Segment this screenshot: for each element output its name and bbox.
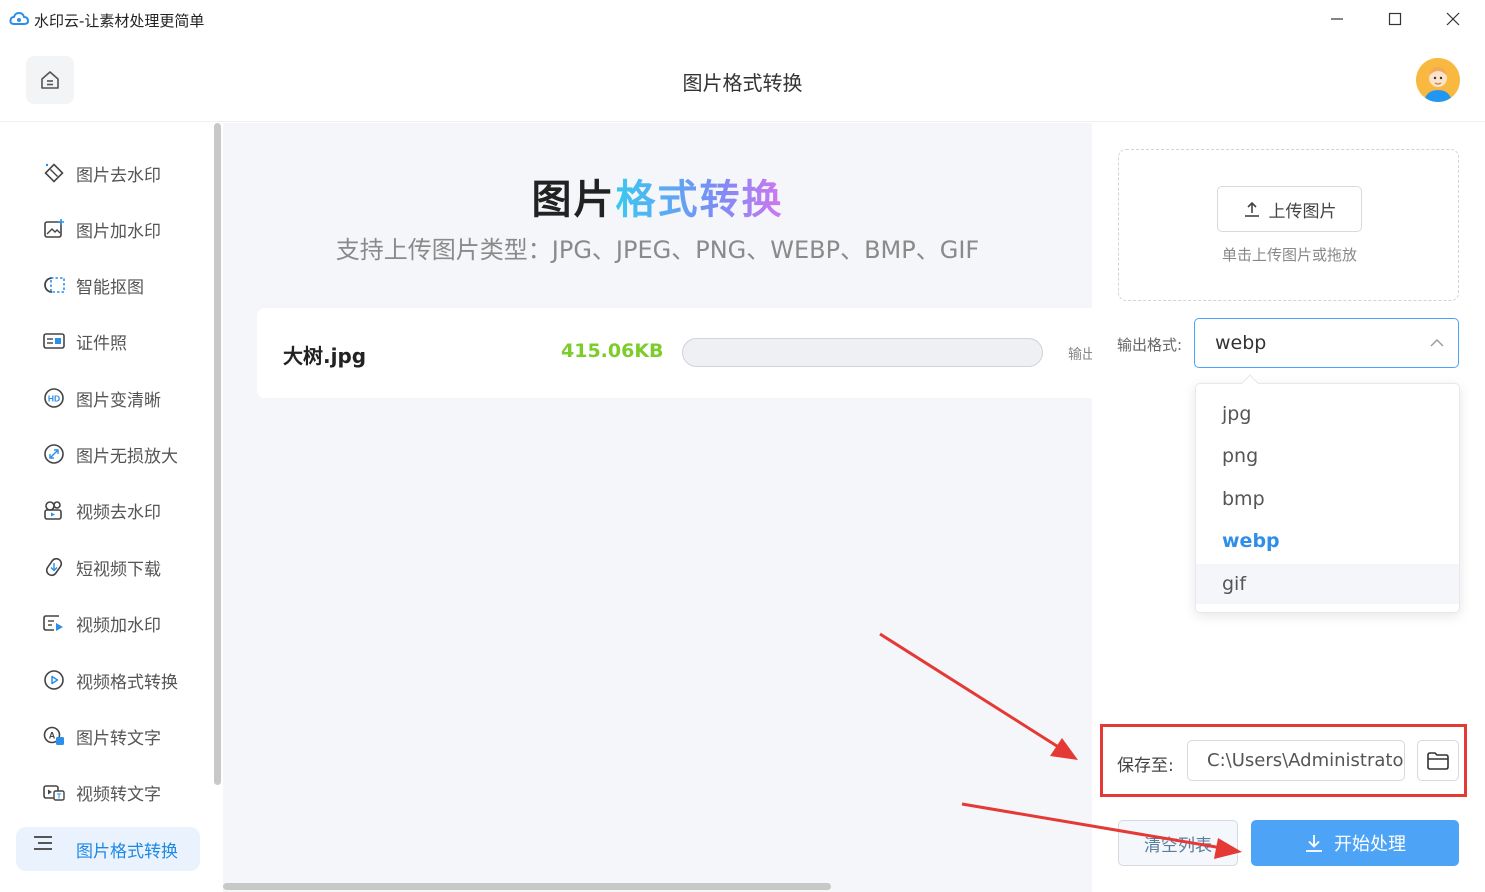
- hero-title-part1: 图片: [531, 177, 616, 223]
- start-button-label: 开始处理: [1334, 834, 1406, 855]
- download-link-icon: [42, 556, 66, 578]
- upload-hint: 单击上传图片或拖放: [1221, 246, 1357, 264]
- format-option-webp[interactable]: webp: [1196, 521, 1459, 561]
- svg-text:A: A: [49, 731, 56, 741]
- sidebar-item-label: 短视频下载: [76, 559, 161, 580]
- close-button[interactable]: [1427, 4, 1479, 34]
- eraser-icon: [42, 162, 66, 184]
- sidebar-item-label: 图片去水印: [76, 165, 161, 186]
- upload-drop-zone[interactable]: 上传图片 单击上传图片或拖放: [1118, 149, 1459, 301]
- enlarge-icon: [42, 443, 66, 465]
- video-eraser-icon: [42, 499, 66, 521]
- maximize-icon: [1388, 12, 1402, 26]
- format-option-jpg[interactable]: jpg: [1196, 394, 1459, 434]
- hero-title-part2: 格式转换: [615, 177, 784, 223]
- output-format-value: webp: [1215, 332, 1267, 354]
- title-bar: 水印云-让素材处理更简单: [0, 0, 1485, 38]
- file-output-label: 输出: [1068, 347, 1092, 363]
- minimize-button[interactable]: [1311, 4, 1363, 34]
- app-header: 图片格式转换: [0, 38, 1485, 122]
- sidebar: 图片去水印 图片加水印 智能抠图 证件照 HD 图片变清晰 图片无损放大 视频去…: [0, 123, 223, 892]
- chevron-up-icon: [1430, 339, 1444, 347]
- hd-icon: HD: [42, 387, 66, 409]
- sidebar-item-video-add-watermark[interactable]: 视频加水印: [16, 601, 200, 645]
- format-option-bmp[interactable]: bmp: [1196, 479, 1459, 519]
- sidebar-item-label: 视频加水印: [76, 615, 161, 636]
- sidebar-item-label: 视频格式转换: [76, 672, 178, 693]
- progress-bar: [682, 338, 1043, 367]
- sidebar-scrollbar[interactable]: [214, 123, 221, 785]
- image-text-icon: A: [42, 725, 66, 747]
- sidebar-item-image-to-text[interactable]: A 图片转文字: [16, 714, 200, 758]
- video-add-icon: [42, 612, 66, 634]
- sidebar-item-id-photo[interactable]: 证件照: [16, 319, 200, 363]
- start-processing-button[interactable]: 开始处理: [1251, 820, 1459, 866]
- sidebar-item-image-upscale[interactable]: 图片无损放大: [16, 432, 200, 476]
- upload-button-label: 上传图片: [1268, 201, 1337, 222]
- format-option-gif[interactable]: gif: [1196, 564, 1459, 604]
- sidebar-item-video-to-text[interactable]: T 视频转文字: [16, 770, 200, 814]
- cloud-app-icon: [9, 11, 29, 25]
- horizontal-scrollbar[interactable]: [223, 883, 831, 890]
- sidebar-item-smart-cutout[interactable]: 智能抠图: [16, 263, 200, 307]
- sidebar-item-image-remove-watermark[interactable]: 图片去水印: [16, 151, 200, 195]
- output-format-select[interactable]: webp: [1194, 318, 1459, 368]
- hero-subtitle: 支持上传图片类型：JPG、JPEG、PNG、WEBP、BMP、GIF: [335, 236, 980, 264]
- main-content: 图片格式转换 支持上传图片类型：JPG、JPEG、PNG、WEBP、BMP、GI…: [223, 123, 1092, 892]
- maximize-button[interactable]: [1369, 4, 1421, 34]
- annotation-highlight-box: [1100, 724, 1467, 797]
- sidebar-item-label: 视频转文字: [76, 784, 161, 805]
- sidebar-item-label: 视频去水印: [76, 502, 161, 523]
- format-dropdown: jpg png bmp webp gif: [1195, 374, 1460, 613]
- close-icon: [1446, 12, 1460, 26]
- sidebar-item-video-format-convert[interactable]: 视频格式转换: [16, 658, 200, 702]
- sidebar-item-label: 图片无损放大: [76, 446, 178, 467]
- format-option-png[interactable]: png: [1196, 436, 1459, 476]
- output-format-label: 输出格式:: [1117, 336, 1183, 354]
- image-add-icon: [42, 218, 66, 240]
- sidebar-item-label: 图片转文字: [76, 728, 161, 749]
- id-card-icon: [42, 330, 66, 352]
- sidebar-item-label: 智能抠图: [76, 277, 144, 298]
- file-size: 415.06KB: [561, 340, 664, 362]
- svg-text:HD: HD: [48, 394, 60, 404]
- window-title: 水印云-让素材处理更简单: [34, 12, 205, 30]
- user-avatar[interactable]: [1416, 58, 1460, 102]
- download-icon: [1306, 835, 1322, 852]
- sidebar-item-label: 证件照: [76, 333, 127, 354]
- video-text-icon: T: [42, 781, 66, 803]
- sidebar-item-image-sharpen[interactable]: HD 图片变清晰: [16, 376, 200, 420]
- file-card: 大树.jpg 415.06KB 输出: [257, 308, 1092, 398]
- sidebar-item-short-video-download[interactable]: 短视频下载: [16, 545, 200, 589]
- svg-text:T: T: [57, 794, 62, 801]
- hero-title: 图片格式转换: [223, 167, 1092, 225]
- app-window: 水印云-让素材处理更简单 图片格式转换 图片去水印 图片加水印 智能抠图 证件照…: [0, 0, 1485, 892]
- cutout-icon: [42, 274, 66, 296]
- sidebar-item-image-add-watermark[interactable]: 图片加水印: [16, 207, 200, 251]
- sidebar-item-label: 图片加水印: [76, 221, 161, 242]
- avatar-icon: [1416, 58, 1460, 102]
- minimize-icon: [1331, 18, 1343, 20]
- menu-icon[interactable]: [32, 833, 54, 853]
- sidebar-item-label: 图片变清晰: [76, 390, 161, 411]
- clear-list-button[interactable]: 清空列表: [1118, 820, 1238, 866]
- upload-icon: [1244, 201, 1259, 217]
- file-name: 大树.jpg: [283, 344, 367, 368]
- video-convert-icon: [42, 669, 66, 691]
- dropdown-arrow: [1241, 374, 1259, 392]
- sidebar-item-label: 图片格式转换: [76, 841, 178, 862]
- upload-image-button[interactable]: 上传图片: [1217, 186, 1362, 232]
- page-title: 图片格式转换: [682, 71, 803, 95]
- sidebar-item-video-remove-watermark[interactable]: 视频去水印: [16, 488, 200, 532]
